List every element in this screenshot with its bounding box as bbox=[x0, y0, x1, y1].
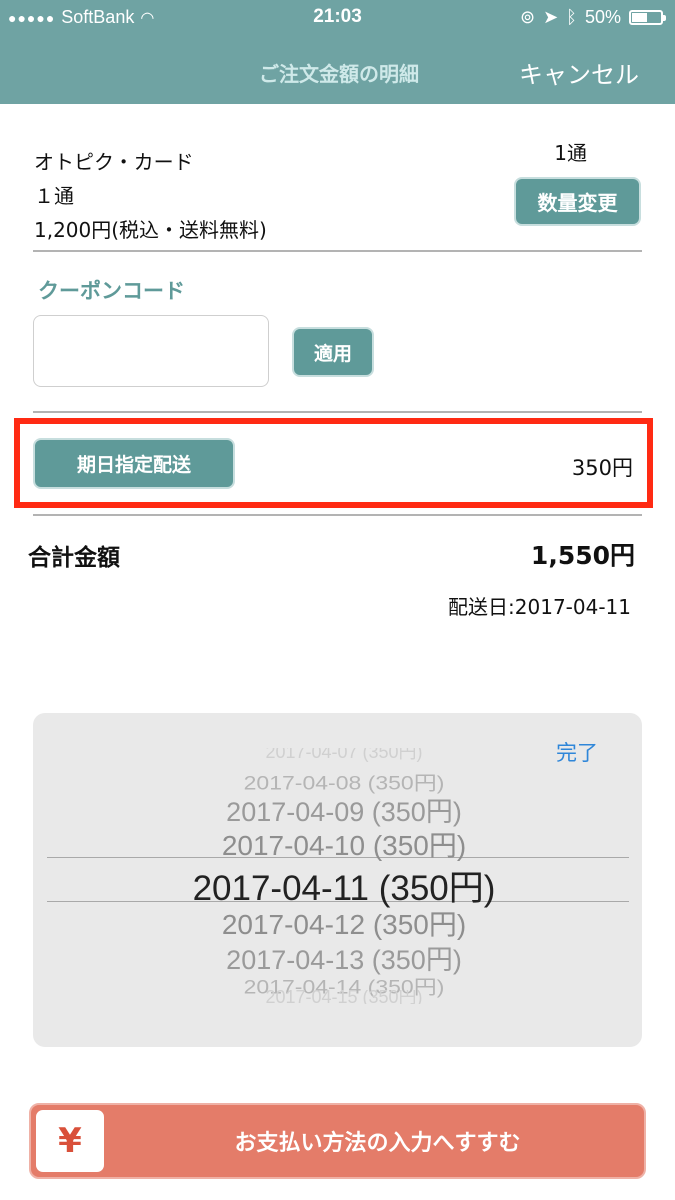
change-quantity-button[interactable]: 数量変更 bbox=[514, 177, 641, 226]
divider bbox=[33, 250, 642, 252]
payment-button-label: お支払い方法の入力へすすむ bbox=[234, 1131, 521, 1156]
picker-option[interactable]: 2017-04-15 (350円) bbox=[0, 990, 675, 1004]
status-right: ⊚ ➤ ᛒ 50% bbox=[519, 7, 666, 28]
battery-percent: 50% bbox=[584, 7, 621, 27]
item-name: オトピク・カード bbox=[34, 150, 194, 174]
location-icon: ➤ bbox=[543, 7, 559, 27]
app-header: ●●●●● SoftBank ◠ 21:03 ⊚ ➤ ᛒ 50% ご注文金額の明… bbox=[0, 0, 675, 104]
coupon-label: クーポンコード bbox=[38, 279, 185, 303]
picker-option[interactable]: 2017-04-12 (350円) bbox=[0, 903, 675, 943]
delivery-date: 配送日:2017-04-11 bbox=[448, 595, 631, 619]
total-value: 1,550円 bbox=[530, 541, 635, 570]
proceed-to-payment-button[interactable]: ¥ お支払い方法の入力へすすむ bbox=[29, 1103, 646, 1179]
divider bbox=[33, 514, 642, 516]
rotation-lock-icon: ⊚ bbox=[519, 7, 536, 27]
total-label: 合計金額 bbox=[28, 545, 120, 571]
picker-option[interactable]: 2017-04-10 (350円) bbox=[0, 824, 675, 864]
quantity-display: 1通 bbox=[554, 141, 587, 165]
date-delivery-button[interactable]: 期日指定配送 bbox=[33, 438, 235, 489]
item-price: 1,200円(税込・送料無料) bbox=[34, 218, 267, 242]
date-delivery-price: 350円 bbox=[571, 456, 633, 480]
yen-icon: ¥ bbox=[36, 1110, 104, 1172]
status-bar: ●●●●● SoftBank ◠ 21:03 ⊚ ➤ ᛒ 50% bbox=[0, 0, 675, 36]
bluetooth-icon: ᛒ bbox=[566, 7, 577, 27]
coupon-code-input[interactable] bbox=[33, 315, 269, 387]
picker-option[interactable]: 2017-04-07 (350円) bbox=[0, 748, 675, 762]
apply-coupon-button[interactable]: 適用 bbox=[292, 327, 374, 377]
item-quantity: １通 bbox=[34, 184, 74, 208]
cancel-button[interactable]: キャンセル bbox=[519, 55, 639, 90]
battery-icon bbox=[629, 10, 666, 25]
divider bbox=[33, 411, 642, 413]
